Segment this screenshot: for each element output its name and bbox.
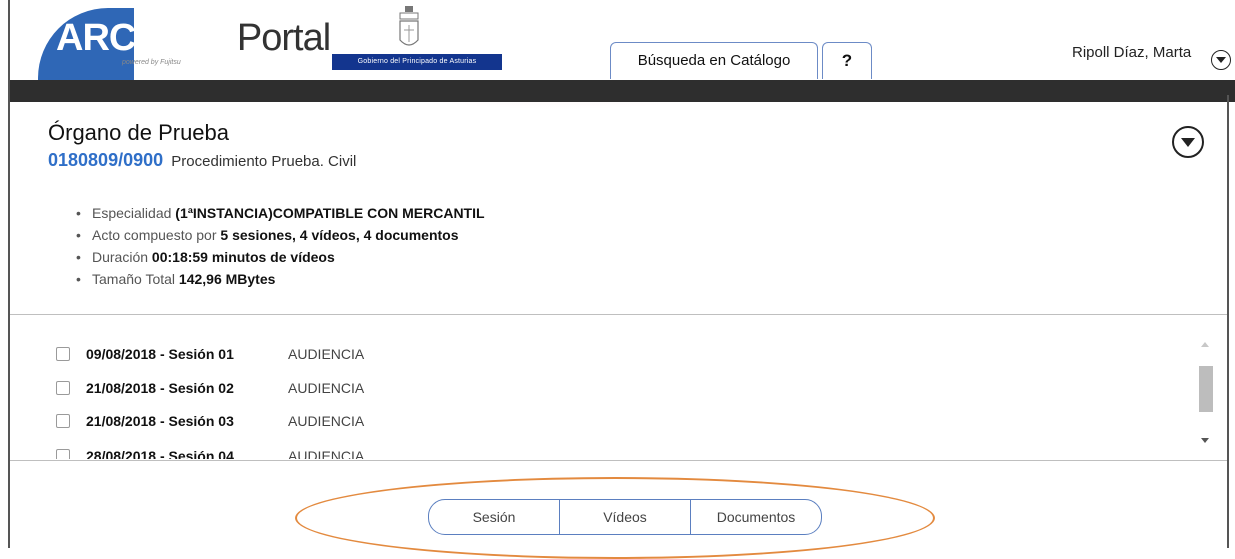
annotation-highlight-oval	[295, 477, 935, 559]
fact-specialty: Especialidad (1ªINSTANCIA)COMPATIBLE CON…	[74, 202, 485, 224]
session-date: 28/08/2018 - Sesión 04	[86, 448, 234, 459]
sessions-list[interactable]: 09/08/2018 - Sesión 01 AUDIENCIA 21/08/2…	[10, 315, 1227, 459]
logo-thin: Portal	[236, 17, 331, 59]
logo-bold: ARCONTE	[56, 17, 238, 59]
session-checkbox[interactable]	[56, 347, 70, 361]
user-name[interactable]: Ripoll Díaz, Marta	[1072, 44, 1191, 61]
fact-label: Acto compuesto por	[92, 227, 217, 243]
powered-by: powered by Fujitsu	[122, 59, 181, 66]
expand-details-chevron-icon[interactable]	[1172, 126, 1204, 158]
app-header: ARCONTEPortal powered by Fujitsu Gobiern…	[10, 0, 1227, 84]
list-scrollbar[interactable]	[1197, 338, 1215, 456]
tab-catalog-search[interactable]: Búsqueda en Catálogo	[610, 42, 818, 79]
organ-title: Órgano de Prueba	[48, 120, 230, 145]
fact-value: 5 sesiones, 4 vídeos, 4 documentos	[220, 227, 459, 243]
session-type: AUDIENCIA	[288, 448, 365, 459]
session-checkbox[interactable]	[56, 414, 70, 428]
fact-label: Duración	[92, 249, 149, 265]
session-checkbox[interactable]	[56, 449, 70, 459]
session-date: 09/08/2018 - Sesión 01	[86, 346, 234, 362]
fact-total-size: Tamaño Total 142,96 MBytes	[74, 268, 485, 290]
right-frame-border	[1227, 95, 1229, 548]
scroll-thumb[interactable]	[1199, 366, 1213, 412]
fact-value: 142,96 MBytes	[178, 271, 276, 287]
session-checkbox[interactable]	[56, 381, 70, 395]
procedure-line: 0180809/0900 Procedimiento Prueba. Civil	[48, 150, 356, 171]
session-type: AUDIENCIA	[288, 380, 365, 396]
crest-icon	[399, 6, 419, 46]
header-divider-bar	[8, 80, 1235, 102]
fact-composition: Acto compuesto por 5 sesiones, 4 vídeos,…	[74, 224, 485, 246]
tab-help[interactable]: ?	[822, 42, 872, 79]
session-date: 21/08/2018 - Sesión 02	[86, 380, 234, 396]
view-switcher-footer: Sesión Vídeos Documentos	[10, 460, 1227, 559]
government-banner: Gobierno del Principado de Asturias	[332, 54, 502, 70]
session-type: AUDIENCIA	[288, 346, 365, 362]
session-type: AUDIENCIA	[288, 413, 365, 429]
fact-label: Especialidad	[92, 205, 172, 221]
fact-label: Tamaño Total	[92, 271, 176, 287]
fact-value: (1ªINSTANCIA)COMPATIBLE CON MERCANTIL	[175, 205, 485, 221]
arconte-logo[interactable]: ARCONTEPortal powered by Fujitsu	[38, 8, 331, 84]
scroll-down-arrow-icon[interactable]	[1201, 438, 1209, 443]
procedure-facts-list: Especialidad (1ªINSTANCIA)COMPATIBLE CON…	[74, 202, 485, 290]
procedure-code-link[interactable]: 0180809/0900	[48, 150, 163, 170]
procedure-detail-panel: Órgano de Prueba 0180809/0900 Procedimie…	[10, 102, 1227, 315]
fact-duration: Duración 00:18:59 minutos de vídeos	[74, 246, 485, 268]
procedure-name: Procedimiento Prueba. Civil	[171, 153, 357, 170]
user-menu-chevron-icon[interactable]	[1211, 50, 1231, 70]
scroll-up-arrow-icon[interactable]	[1201, 342, 1209, 347]
session-date: 21/08/2018 - Sesión 03	[86, 413, 234, 429]
fact-value: 00:18:59 minutos de vídeos	[151, 249, 335, 265]
logo-wordmark: ARCONTEPortal	[56, 16, 331, 60]
